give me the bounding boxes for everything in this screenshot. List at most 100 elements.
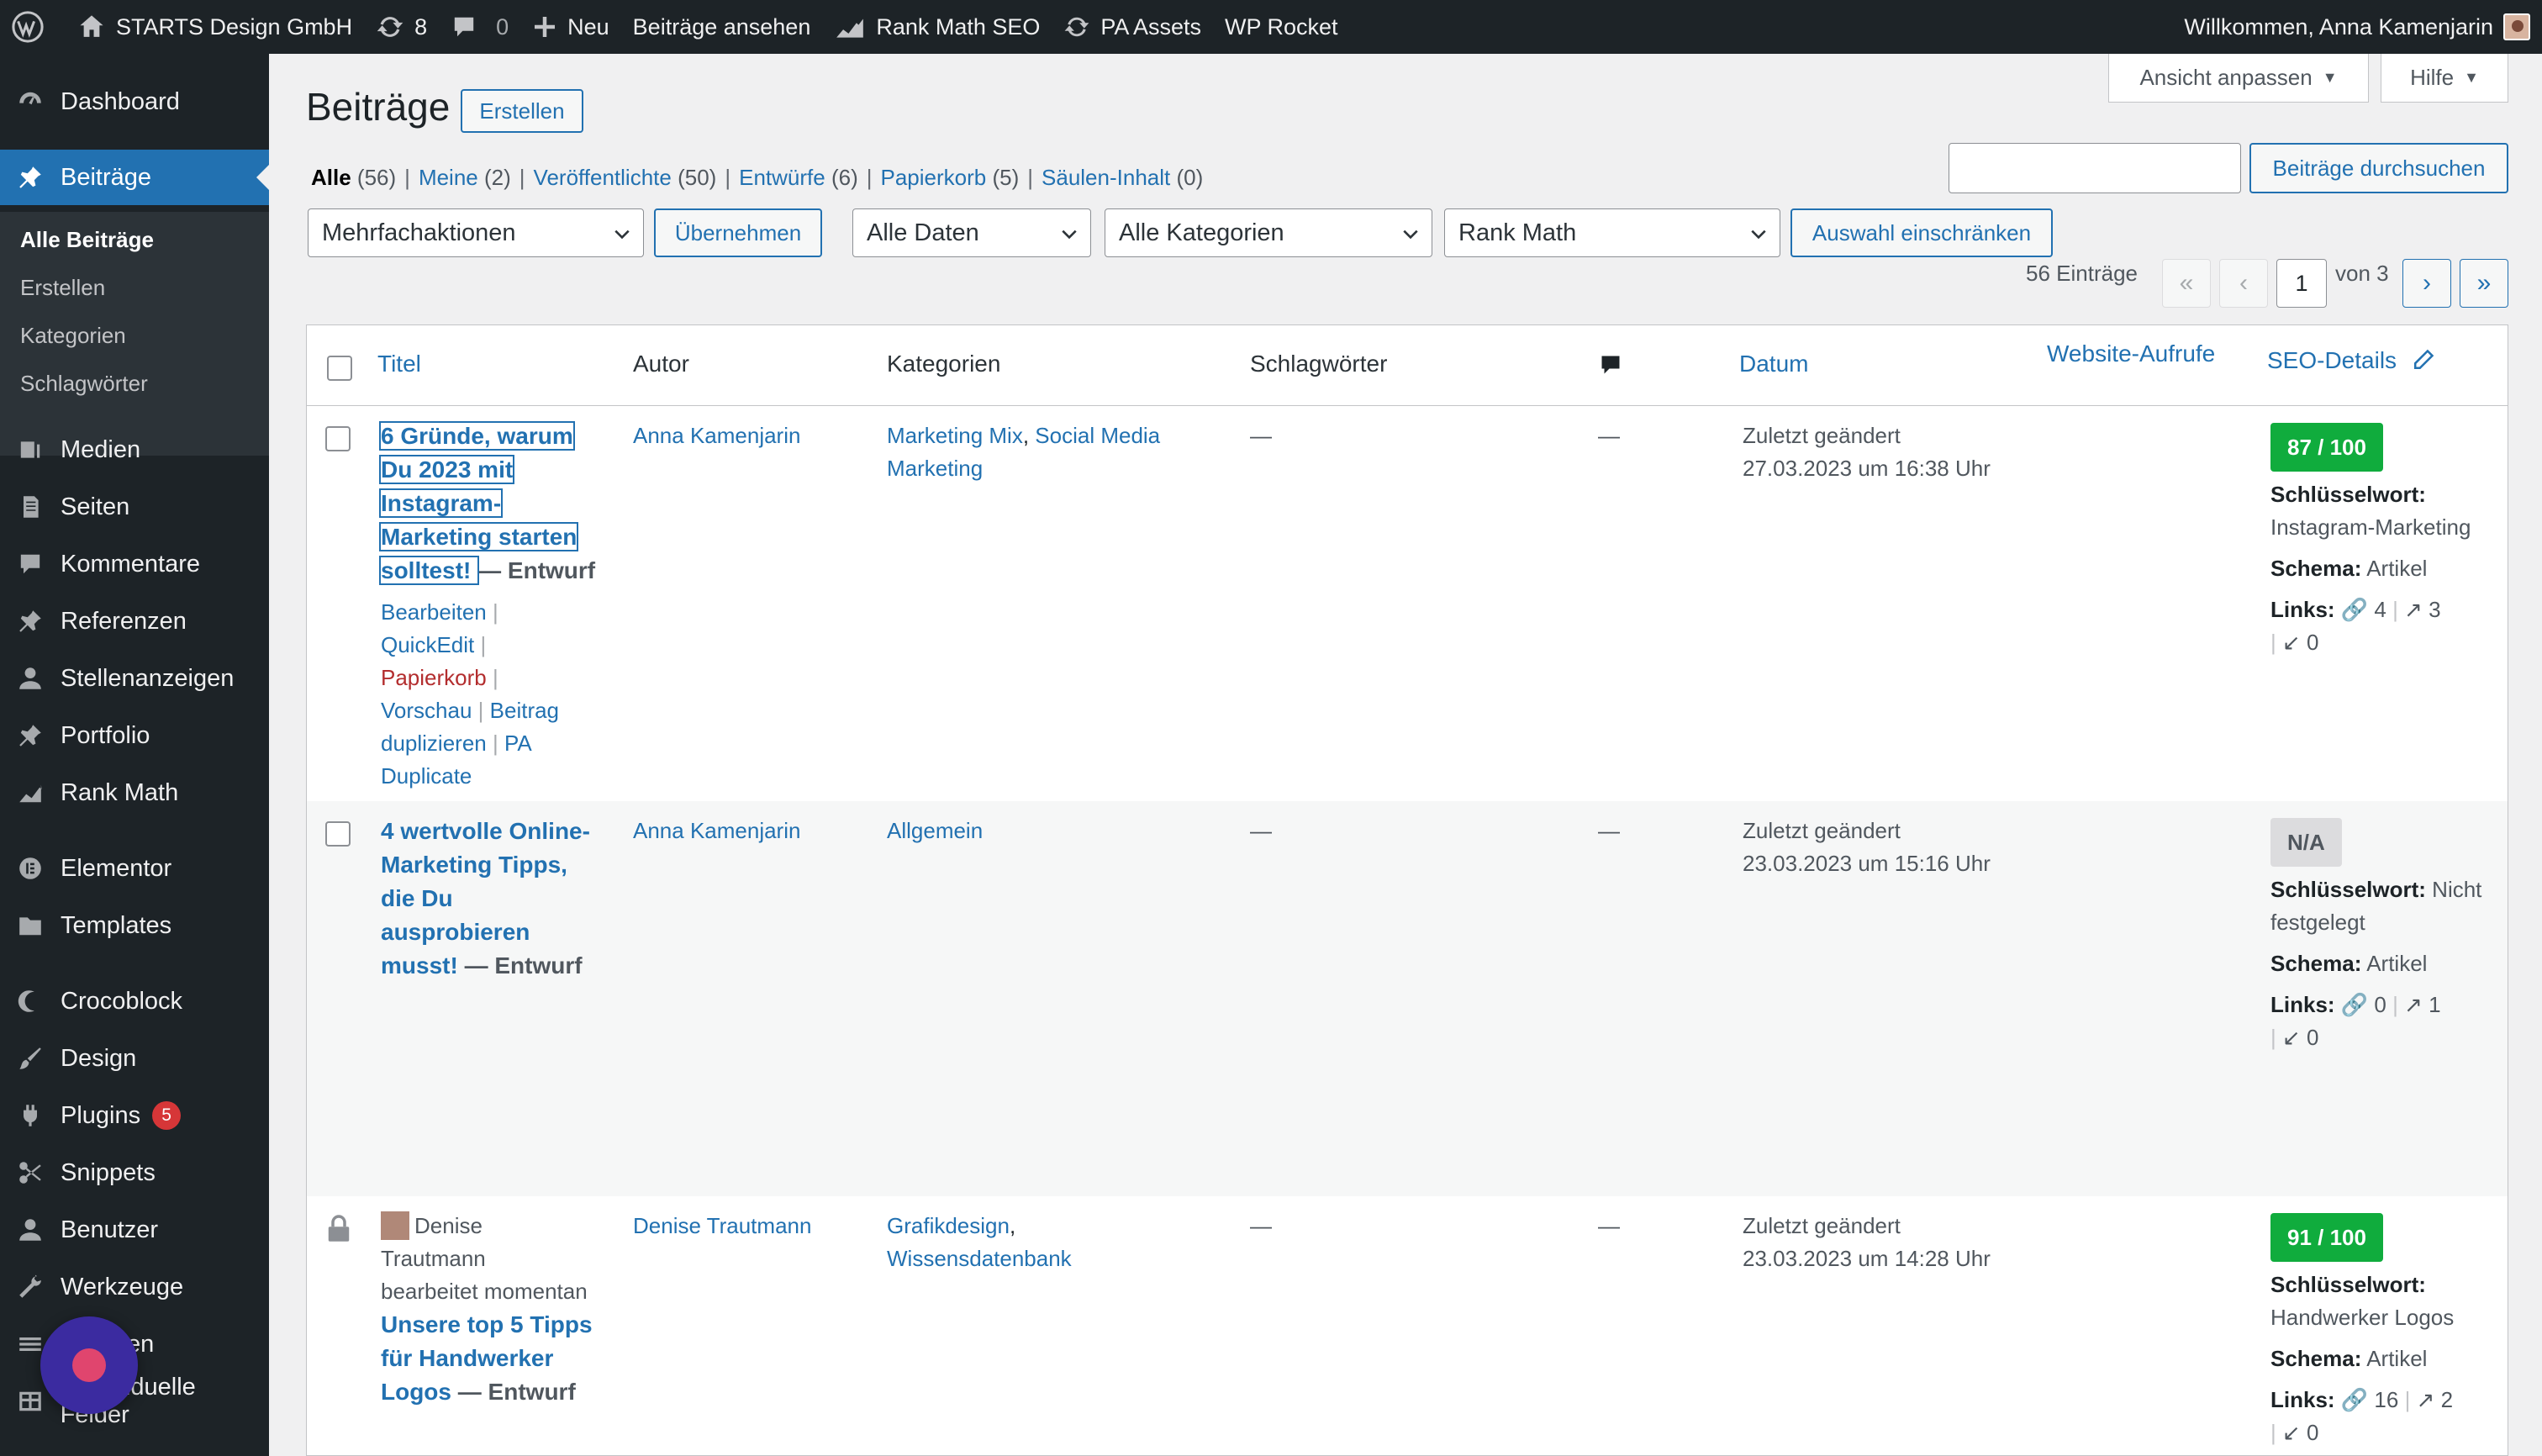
rankmath-link[interactable]: Rank Math SEO — [822, 0, 1052, 54]
trash-link[interactable]: Papierkorb — [381, 665, 487, 690]
submenu-item[interactable]: Erstellen — [20, 275, 105, 301]
current-page-input[interactable]: 1 — [2276, 259, 2327, 308]
author-link[interactable]: Anna Kamenjarin — [633, 419, 800, 452]
wp-rocket-link[interactable]: WP Rocket — [1213, 0, 1350, 54]
sidebar-item-design[interactable]: Design — [0, 1031, 269, 1086]
author-link[interactable]: Anna Kamenjarin — [633, 815, 800, 847]
updates-link[interactable]: 8 — [364, 0, 439, 54]
sidebar-item-dashboard[interactable]: Dashboard — [0, 74, 269, 129]
select-all-checkbox[interactable] — [327, 356, 352, 381]
quickedit-link[interactable]: QuickEdit — [381, 632, 474, 657]
author-link[interactable]: Denise Trautmann — [633, 1210, 811, 1242]
post-state: — Entwurf — [457, 1379, 576, 1405]
title-line: Instagram- — [381, 490, 502, 516]
sidebar-item-benutzer[interactable]: Benutzer — [0, 1202, 269, 1258]
wordpress-logo-icon[interactable] — [0, 0, 66, 54]
help-button[interactable]: Hilfe ▼ — [2381, 54, 2508, 103]
sidebar-item-stellenanzeigen[interactable]: Stellenanzeigen — [0, 651, 269, 706]
sidebar-item-referenzen[interactable]: Referenzen — [0, 593, 269, 649]
sidebar-item-templates[interactable]: Templates — [0, 898, 269, 953]
category-link[interactable]: Marketing Mix — [887, 423, 1023, 448]
chevron-down-icon — [1403, 229, 1418, 240]
column-title[interactable]: Titel — [377, 351, 421, 377]
next-page-button[interactable]: › — [2402, 259, 2451, 308]
column-website-views[interactable]: Website-Aufrufe — [2047, 340, 2215, 367]
sidebar-item-kommentare[interactable]: Kommentare — [0, 536, 269, 592]
column-tags: Schlagwörter — [1250, 351, 1388, 377]
edit-link[interactable]: Bearbeiten — [381, 599, 487, 625]
comments-link[interactable]: 0 — [439, 0, 520, 54]
rankmath-filter-select[interactable]: Rank Math — [1444, 208, 1780, 257]
external-links-count: 3 — [2429, 597, 2441, 622]
row-checkbox[interactable] — [325, 426, 351, 451]
view-link[interactable]: Veröffentlichte (50) — [534, 165, 717, 190]
seo-score-badge[interactable]: N/A — [2270, 818, 2342, 867]
apply-bulk-button[interactable]: Übernehmen — [654, 208, 822, 257]
sidebar-item-crocoblock[interactable]: Crocoblock — [0, 973, 269, 1029]
bulk-action-select[interactable]: Mehrfachaktionen — [308, 208, 644, 257]
add-new-post-button[interactable]: Erstellen — [461, 89, 583, 133]
sidebar-item-label: Elementor — [61, 854, 172, 882]
category-link[interactable]: Wissensdatenbank — [887, 1246, 1072, 1271]
new-content-link[interactable]: Neu — [520, 0, 621, 54]
submenu-item[interactable]: Alle Beiträge — [20, 227, 154, 253]
caret-down-icon: ▼ — [2464, 69, 2479, 86]
prev-page-button[interactable]: ‹ — [2219, 259, 2268, 308]
view-count: (6) — [831, 165, 858, 190]
column-seo-details[interactable]: SEO-Details — [2267, 347, 2435, 374]
category-link[interactable]: Allgemein — [887, 818, 983, 843]
row-checkbox[interactable] — [325, 821, 351, 847]
view-link[interactable]: Papierkorb (5) — [881, 165, 1020, 190]
sidebar-item-label: Seiten — [61, 493, 130, 520]
lock-user-b: Trautmann — [381, 1246, 486, 1271]
sidebar-item-werkzeuge[interactable]: Werkzeuge — [0, 1259, 269, 1315]
view-link[interactable]: Meine (2) — [419, 165, 511, 190]
search-posts-label: Beiträge durchsuchen — [2272, 155, 2486, 181]
sidebar-item-label: Stellenanzeigen — [61, 664, 235, 692]
sidebar-item-medien[interactable]: Medien — [0, 422, 269, 477]
screen-options-button[interactable]: Ansicht anpassen ▼ — [2108, 54, 2369, 103]
category-link[interactable]: Grafikdesign — [887, 1213, 1010, 1238]
sidebar-item-snippets[interactable]: Snippets — [0, 1145, 269, 1200]
crocoblock-icon — [15, 986, 45, 1016]
lock-notice: Denise Trautmann bearbeitet momentan — [381, 1210, 608, 1308]
table-icon — [15, 1386, 45, 1416]
view-link[interactable]: Alle (56) — [311, 165, 396, 190]
pencil-icon — [2413, 349, 2434, 370]
view-link[interactable]: Säulen-Inhalt (0) — [1042, 165, 1203, 190]
keyword-label: Schlüsselwort: — [2270, 877, 2426, 902]
comments-column-icon[interactable] — [1598, 352, 1623, 383]
sidebar-item-portfolio[interactable]: Portfolio — [0, 708, 269, 763]
search-posts-button[interactable]: Beiträge durchsuchen — [2249, 143, 2508, 193]
seo-score-badge[interactable]: 87 / 100 — [2270, 423, 2383, 472]
seo-details-cell: 91 / 100 Schlüsselwort: Handwerker Logos … — [2270, 1213, 2508, 1449]
sidebar-item-seiten[interactable]: Seiten — [0, 479, 269, 535]
sidebar-item-rank-math[interactable]: Rank Math — [0, 765, 269, 820]
floating-assistant-button[interactable] — [40, 1316, 138, 1414]
site-name-link[interactable]: STARTS Design GmbH — [66, 0, 364, 54]
view-posts-link[interactable]: Beiträge ansehen — [621, 0, 823, 54]
my-account[interactable]: Willkommen, Anna Kamenjarin — [2184, 13, 2542, 40]
first-page-button[interactable]: « — [2162, 259, 2211, 308]
last-page-button[interactable]: » — [2460, 259, 2508, 308]
preview-link[interactable]: Vorschau — [381, 698, 472, 723]
sidebar-item-elementor[interactable]: Elementor — [0, 841, 269, 896]
date-filter-select[interactable]: Alle Daten — [852, 208, 1091, 257]
seo-score-badge[interactable]: 91 / 100 — [2270, 1213, 2383, 1262]
sidebar-item-plugins[interactable]: Plugins 5 — [0, 1088, 269, 1143]
filter-button[interactable]: Auswahl einschränken — [1790, 208, 2053, 257]
title-line: für Handwerker — [381, 1345, 554, 1371]
submenu-item[interactable]: Kategorien — [20, 323, 126, 349]
view-link[interactable]: Entwürfe (6) — [739, 165, 858, 190]
keyword-label: Schlüsselwort: — [2270, 482, 2426, 507]
pa-assets-link[interactable]: PA Assets — [1052, 0, 1213, 54]
categories-cell: Grafikdesign, Wissensdatenbank — [887, 1213, 1072, 1271]
duplicate-label-b: duplizieren — [381, 731, 487, 756]
greeting-label: Willkommen, Anna Kamenjarin — [2184, 13, 2493, 40]
category-filter-select[interactable]: Alle Kategorien — [1105, 208, 1432, 257]
search-input[interactable] — [1949, 143, 2241, 193]
submenu-item[interactable]: Schlagwörter — [20, 371, 148, 397]
sidebar-item-beiträge[interactable]: Beiträge — [0, 150, 269, 205]
column-date[interactable]: Datum — [1739, 351, 1808, 377]
schema-value: Artikel — [2366, 1346, 2428, 1371]
